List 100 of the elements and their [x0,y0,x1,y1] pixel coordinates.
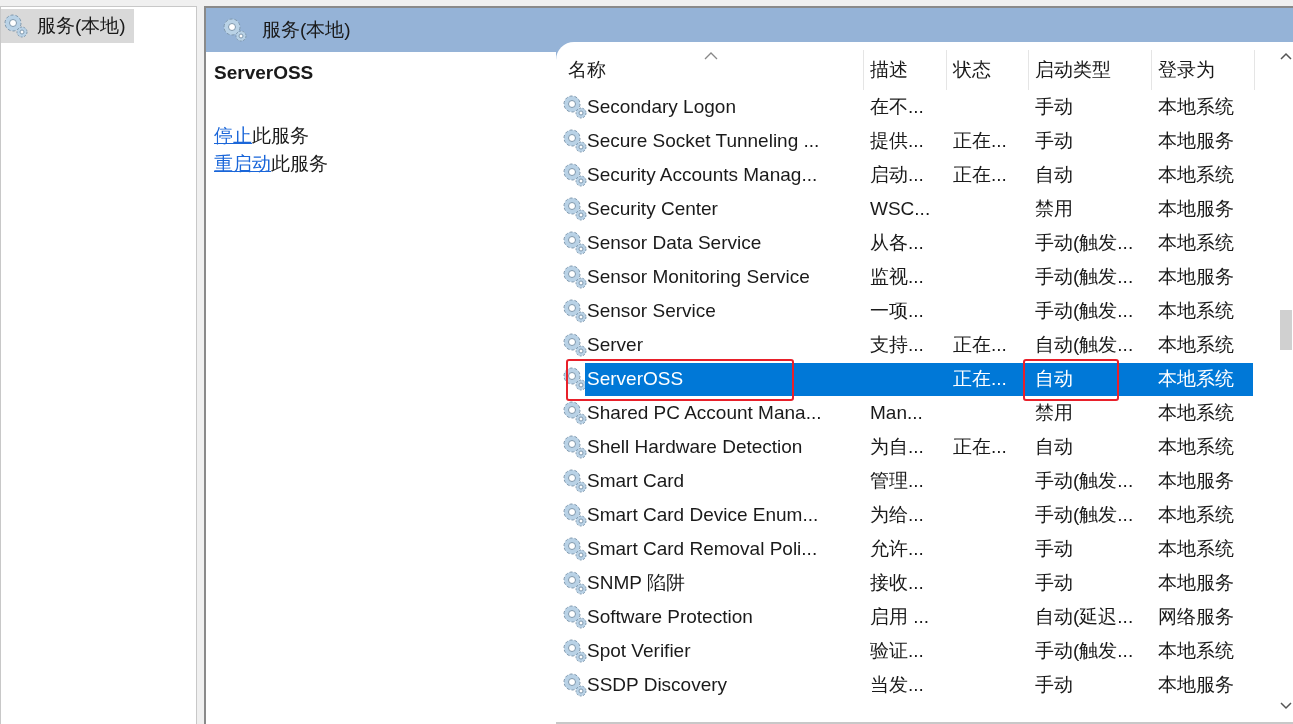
table-row[interactable]: Security Center WSC... 禁用 本地服务 [585,192,1253,226]
table-cell-text: 手动 [1034,673,1074,697]
table-row[interactable]: Software Protection 启用 ... 自动(延迟... 网络服务 [585,600,1253,634]
table-row[interactable]: SSDP Discovery 当发... 手动 本地服务 [585,668,1253,702]
table-cell-text: 正在... [952,367,1008,391]
gear-icon [562,298,588,324]
gear-icon [562,502,588,528]
column-header[interactable]: 状态 [947,50,1029,90]
table-cell-text: 手动 [1034,537,1074,561]
table-cell-text: 启用 ... [869,605,931,629]
column-header[interactable]: 名称 [562,50,864,90]
table-cell-text: 自动(触发... [1034,333,1135,357]
table-cell-text: 接收... [869,571,925,595]
table-cell-text: SNMP 陷阱 [586,571,686,595]
table-cell-text: Sensor Service [586,299,717,323]
gear-icon [562,162,588,188]
table-cell-text: Security Center [586,197,719,221]
table-row[interactable]: Security Accounts Manag... 启动... 正在... 自动 本地系统 [585,158,1253,192]
table-cell-text: 监视... [869,265,925,289]
gear-icon [562,434,588,460]
table-cell-text: SSDP Discovery [586,673,729,697]
table-cell-text: Sensor Monitoring Service [586,265,811,289]
table-cell-text: 手动 [1034,95,1074,119]
scroll-up-icon[interactable] [1279,52,1292,60]
table-cell-text: 禁用 [1034,197,1074,221]
table-cell-text: 本地服务 [1157,571,1235,595]
table-cell-text: Security Accounts Manag... [586,163,819,187]
gear-icon [562,196,588,222]
gear-icon [222,17,248,43]
table-cell-text: 手动(触发... [1034,469,1135,493]
table-cell-text: Smart Card Removal Poli... [586,537,819,561]
table-cell-text: 自动 [1034,163,1074,187]
table-cell-text: 正在... [952,163,1008,187]
service-name: ServerOSS [214,62,315,84]
tree-item[interactable]: 服务(本地) [1,9,134,43]
table-row[interactable]: Server 支持... 正在... 自动(触发... 本地系统 [585,328,1253,362]
table-row[interactable]: Sensor Monitoring Service 监视... 手动(触发... 本地服务 [585,260,1253,294]
gear-icon [562,570,588,596]
table-cell-text: WSC... [869,197,932,221]
scroll-down-icon[interactable] [1279,702,1292,710]
table-cell-text: 本地服务 [1157,469,1235,493]
table-cell-text: 禁用 [1034,401,1074,425]
table-cell-text: ServerOSS [586,367,685,391]
table-cell-text: Server [586,333,644,357]
table-row[interactable]: Shell Hardware Detection 为自... 正在... 自动 本地系统 [585,430,1253,464]
column-header[interactable]: 登录为 [1152,50,1255,90]
table-row[interactable]: Shared PC Account Mana... Man... 禁用 本地系统 [585,396,1253,430]
table-row[interactable]: Secure Socket Tunneling ... 提供... 正在... 手动 本地服务 [585,124,1253,158]
table-cell-text: 本地系统 [1157,639,1235,663]
table-cell-text: 手动(触发... [1034,265,1135,289]
table-cell-text: 为自... [869,435,925,459]
gear-icon [562,400,588,426]
action-text: 停止此服务 [214,124,310,148]
table-cell-text: 启动... [869,163,925,187]
table-cell-text: 自动(延迟... [1034,605,1135,629]
table-cell-text: 本地系统 [1157,537,1235,561]
table-cell-text: Shell Hardware Detection [586,435,804,459]
table-cell-text: 本地系统 [1157,299,1235,323]
table-cell-text: 自动 [1034,367,1074,391]
table-row[interactable]: Sensor Data Service 从各... 手动(触发... 本地系统 [585,226,1253,260]
gear-icon [562,128,588,154]
table-cell-text: 允许... [869,537,925,561]
table-cell-text: 正在... [952,129,1008,153]
table-cell-text: 本地服务 [1157,265,1235,289]
table-cell-text: 手动 [1034,129,1074,153]
table-cell-text: 手动(触发... [1034,231,1135,255]
column-header[interactable]: 描述 [864,50,947,90]
table-row[interactable]: Spot Verifier 验证... 手动(触发... 本地系统 [585,634,1253,668]
table-cell-text: 手动(触发... [1034,639,1135,663]
table-cell-text: 提供... [869,129,925,153]
table-row[interactable]: Smart Card 管理... 手动(触发... 本地服务 [585,464,1253,498]
table-cell-text: 本地服务 [1157,129,1235,153]
action-text: 重启动此服务 [214,152,329,176]
table-cell-text: 本地系统 [1157,231,1235,255]
gear-icon [562,332,588,358]
panel-title: 服务(本地) [262,18,351,42]
table-row[interactable]: Smart Card Removal Poli... 允许... 手动 本地系统 [585,532,1253,566]
column-header[interactable]: 启动类型 [1029,50,1152,90]
table-cell-text: 本地服务 [1157,673,1235,697]
scrollbar-thumb[interactable] [1279,310,1292,350]
table-row[interactable]: ServerOSS 正在... 自动 本地系统 [585,362,1253,396]
table-cell-text: Smart Card [586,469,686,493]
table-row[interactable]: Secondary Logon 在不... 手动 本地系统 [585,90,1253,124]
table-cell-text: 本地系统 [1157,95,1235,119]
table-cell-text: 本地系统 [1157,367,1235,391]
table-row[interactable]: Smart Card Device Enum... 为给... 手动(触发... 本地系统 [585,498,1253,532]
table-cell-text: 一项... [869,299,925,323]
action-link[interactable]: 停止 [214,125,252,146]
table-cell-text: 网络服务 [1157,605,1235,629]
gear-icon [562,604,588,630]
table-row[interactable]: SNMP 陷阱 接收... 手动 本地服务 [585,566,1253,600]
action-link[interactable]: 重启动 [214,153,271,174]
table-row[interactable]: Sensor Service 一项... 手动(触发... 本地系统 [585,294,1253,328]
table-cell-text: 正在... [952,333,1008,357]
table-cell-text: Secure Socket Tunneling ... [586,129,821,153]
table-cell-text: 本地系统 [1157,163,1235,187]
gear-icon [562,230,588,256]
table-cell-text: 本地系统 [1157,503,1235,527]
table-cell-text: 管理... [869,469,925,493]
table-cell-text: 从各... [869,231,925,255]
